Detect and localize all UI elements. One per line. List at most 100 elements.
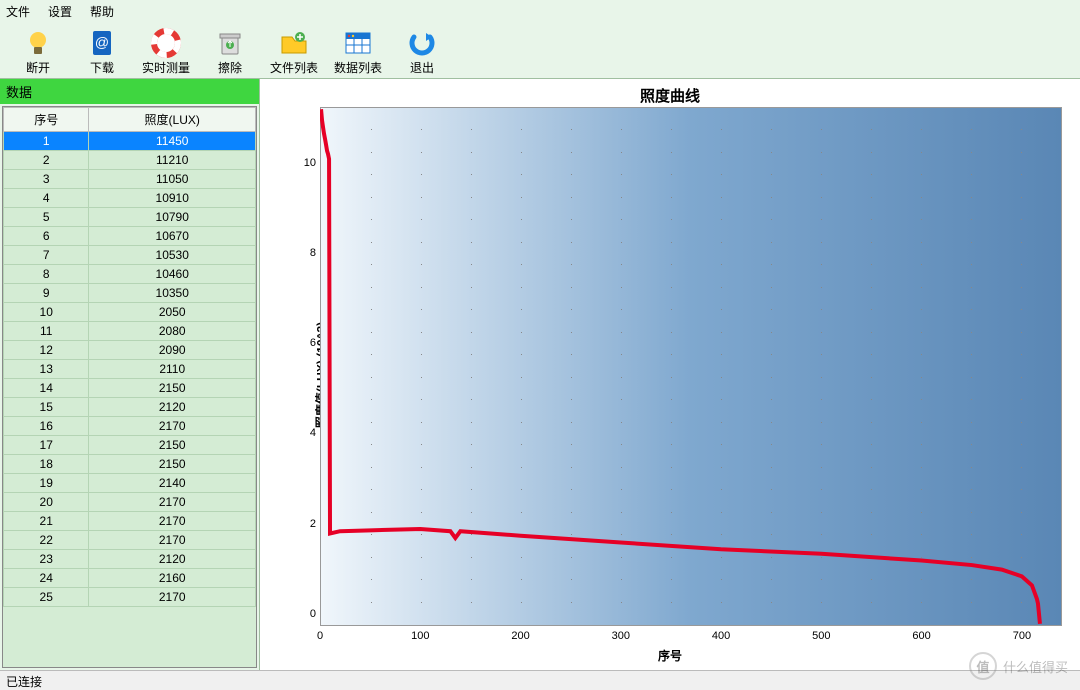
- cell-index: 11: [4, 322, 89, 341]
- table-row[interactable]: 910350: [4, 284, 256, 303]
- cell-lux: 11450: [89, 132, 256, 151]
- table-row[interactable]: 810460: [4, 265, 256, 284]
- table-row[interactable]: 202170: [4, 493, 256, 512]
- table-row[interactable]: 311050: [4, 170, 256, 189]
- cell-index: 16: [4, 417, 89, 436]
- table-row[interactable]: 232120: [4, 550, 256, 569]
- status-bar: 已连接: [0, 670, 1080, 690]
- table-row[interactable]: 132110: [4, 360, 256, 379]
- disconnect-button[interactable]: 断开: [8, 27, 68, 76]
- datalist-button[interactable]: 数据列表: [328, 27, 388, 76]
- table-row[interactable]: 710530: [4, 246, 256, 265]
- col-lux[interactable]: 照度(LUX): [89, 108, 256, 132]
- cell-index: 8: [4, 265, 89, 284]
- table-row[interactable]: 162170: [4, 417, 256, 436]
- table-row[interactable]: 252170: [4, 588, 256, 607]
- table-row[interactable]: 410910: [4, 189, 256, 208]
- chart-title: 照度曲线: [264, 83, 1076, 105]
- toolbar-label: 数据列表: [334, 59, 382, 76]
- svg-text:@: @: [95, 34, 109, 50]
- cell-index: 3: [4, 170, 89, 189]
- col-index[interactable]: 序号: [4, 108, 89, 132]
- x-tick: 500: [812, 630, 830, 642]
- cell-lux: 2150: [89, 436, 256, 455]
- cell-index: 18: [4, 455, 89, 474]
- cell-lux: 2120: [89, 398, 256, 417]
- menu-settings[interactable]: 设置: [48, 3, 72, 19]
- table-row[interactable]: 142150: [4, 379, 256, 398]
- data-sidebar: 数据 序号 照度(LUX) 11145021121031105041091051…: [0, 79, 260, 670]
- table-row[interactable]: 172150: [4, 436, 256, 455]
- table-row[interactable]: 212170: [4, 512, 256, 531]
- data-table-scroll[interactable]: 序号 照度(LUX) 11145021121031105041091051079…: [2, 106, 257, 668]
- y-tick: 10: [304, 157, 316, 169]
- status-connected: 已连接: [6, 675, 42, 689]
- menu-file[interactable]: 文件: [6, 3, 30, 19]
- cell-index: 23: [4, 550, 89, 569]
- lifebuoy-icon: [150, 27, 182, 59]
- cell-lux: 2050: [89, 303, 256, 322]
- folder-plus-icon: [278, 27, 310, 59]
- cell-lux: 2120: [89, 550, 256, 569]
- cell-index: 20: [4, 493, 89, 512]
- y-tick: 2: [310, 518, 316, 530]
- cell-index: 15: [4, 398, 89, 417]
- menubar: 文件 设置 帮助: [0, 0, 1080, 22]
- table-row[interactable]: 510790: [4, 208, 256, 227]
- x-tick: 700: [1013, 630, 1031, 642]
- cell-lux: 2090: [89, 341, 256, 360]
- x-axis-label: 序号: [658, 647, 682, 664]
- cell-lux: 2170: [89, 417, 256, 436]
- cell-lux: 2160: [89, 569, 256, 588]
- cell-index: 13: [4, 360, 89, 379]
- trash-icon: [214, 27, 246, 59]
- cell-lux: 2170: [89, 493, 256, 512]
- book-icon: @: [86, 27, 118, 59]
- plot-area[interactable]: [320, 107, 1062, 626]
- exit-arrow-icon: [406, 27, 438, 59]
- exit-button[interactable]: 退出: [392, 27, 452, 76]
- toolbar: 断开 @ 下载 实时测量 擦除 文件列表 数据列表 退出: [0, 22, 1080, 78]
- filelist-button[interactable]: 文件列表: [264, 27, 324, 76]
- erase-button[interactable]: 擦除: [200, 27, 260, 76]
- x-tick: 0: [317, 630, 323, 642]
- cell-lux: 10460: [89, 265, 256, 284]
- cell-lux: 10790: [89, 208, 256, 227]
- table-row[interactable]: 610670: [4, 227, 256, 246]
- x-tick: 400: [712, 630, 730, 642]
- watermark-text: 什么值得买: [1003, 657, 1068, 676]
- cell-index: 17: [4, 436, 89, 455]
- data-table: 序号 照度(LUX) 11145021121031105041091051079…: [3, 107, 256, 607]
- table-row[interactable]: 211210: [4, 151, 256, 170]
- menu-help[interactable]: 帮助: [90, 3, 114, 19]
- cell-lux: 2080: [89, 322, 256, 341]
- cell-index: 22: [4, 531, 89, 550]
- table-row[interactable]: 242160: [4, 569, 256, 588]
- cell-lux: 2170: [89, 531, 256, 550]
- cell-index: 12: [4, 341, 89, 360]
- table-row[interactable]: 111450: [4, 132, 256, 151]
- toolbar-label: 擦除: [218, 59, 242, 76]
- download-button[interactable]: @ 下载: [72, 27, 132, 76]
- table-row[interactable]: 182150: [4, 455, 256, 474]
- table-row[interactable]: 102050: [4, 303, 256, 322]
- x-tick: 200: [511, 630, 529, 642]
- y-tick: 0: [310, 608, 316, 620]
- cell-index: 6: [4, 227, 89, 246]
- toolbar-label: 退出: [410, 59, 434, 76]
- table-row[interactable]: 192140: [4, 474, 256, 493]
- cell-index: 9: [4, 284, 89, 303]
- table-row[interactable]: 222170: [4, 531, 256, 550]
- realtime-button[interactable]: 实时测量: [136, 27, 196, 76]
- cell-lux: 2140: [89, 474, 256, 493]
- table-icon: [342, 27, 374, 59]
- chart-panel: 照度曲线 照度值(LUX) (10^3) 序号 0246810 01002003…: [260, 79, 1080, 670]
- cell-lux: 2150: [89, 455, 256, 474]
- cell-index: 25: [4, 588, 89, 607]
- cell-index: 1: [4, 132, 89, 151]
- sidebar-title: 数据: [0, 79, 259, 104]
- table-row[interactable]: 112080: [4, 322, 256, 341]
- table-row[interactable]: 122090: [4, 341, 256, 360]
- table-row[interactable]: 152120: [4, 398, 256, 417]
- x-tick: 300: [612, 630, 630, 642]
